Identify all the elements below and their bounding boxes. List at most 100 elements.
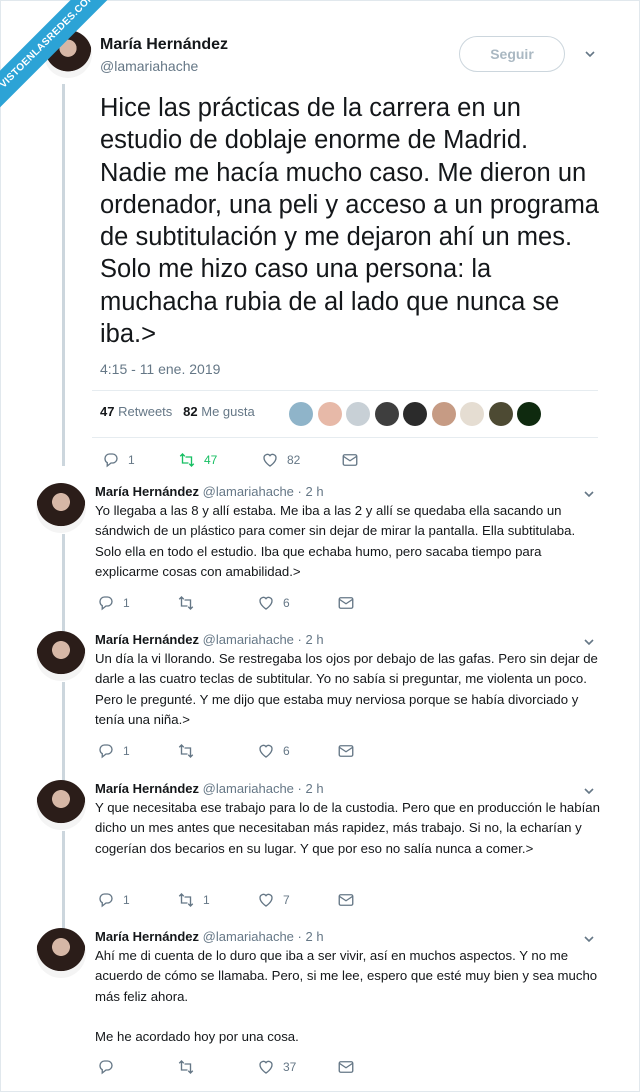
reply-time[interactable]: · 2 h [298, 484, 324, 499]
reply-avatar[interactable] [36, 631, 86, 681]
reply-count: 1 [123, 893, 130, 907]
reply-header: María Hernández @lamariahache · 2 h [95, 484, 324, 499]
reply-avatar[interactable] [36, 928, 86, 978]
reply-time[interactable]: · 2 h [298, 929, 324, 944]
reply-avatar[interactable] [36, 780, 86, 830]
likes-count[interactable]: 82 [183, 404, 197, 419]
liker-avatar[interactable] [432, 402, 456, 426]
retweet-action[interactable]: 1 [177, 891, 210, 909]
chevron-down-icon[interactable] [583, 636, 595, 648]
thread-line [62, 534, 65, 634]
reply-action[interactable]: 1 [97, 891, 130, 909]
divider [92, 437, 598, 438]
reply-text: Yo llegaba a las 8 y allí estaba. Me iba… [95, 503, 576, 579]
liker-avatar[interactable] [289, 402, 313, 426]
envelope-icon [338, 597, 354, 609]
retweets-label[interactable]: Retweets [118, 404, 172, 419]
liker-avatar[interactable] [318, 402, 342, 426]
dm-action[interactable] [337, 594, 363, 612]
like-action[interactable]: 37 [257, 1058, 296, 1076]
like-action[interactable]: 82 [261, 451, 300, 469]
author-name[interactable]: María Hernández [100, 36, 228, 54]
like-action[interactable]: 6 [257, 742, 290, 760]
liker-avatar[interactable] [460, 402, 484, 426]
like-count: 7 [283, 893, 290, 907]
chevron-down-icon[interactable] [584, 48, 596, 60]
retweet-action[interactable] [177, 594, 203, 612]
like-action[interactable]: 7 [257, 891, 290, 909]
envelope-icon [342, 454, 358, 466]
retweet-count: 47 [204, 453, 218, 467]
reply-action[interactable] [97, 1058, 123, 1076]
heart-icon [259, 596, 273, 610]
retweets-count[interactable]: 47 [100, 404, 114, 419]
tweet-text: Hice las prácticas de la carrera en un e… [100, 94, 599, 349]
chevron-down-icon[interactable] [583, 933, 595, 945]
reply-time[interactable]: · 2 h [298, 781, 324, 796]
dm-action[interactable] [341, 451, 367, 469]
liker-avatar[interactable] [375, 402, 399, 426]
like-action[interactable]: 6 [257, 594, 290, 612]
follow-button[interactable]: Seguir [459, 36, 565, 72]
reply-author-name[interactable]: María Hernández [95, 632, 199, 647]
heart-icon [259, 744, 273, 758]
reply-author-handle[interactable]: @lamariahache [203, 781, 294, 796]
retweet-icon [178, 744, 194, 758]
reply-count: 1 [123, 744, 130, 758]
reply-header: María Hernández @lamariahache · 2 h [95, 781, 324, 796]
retweet-icon [178, 596, 194, 610]
tweet-actions: 1 47 82 [102, 451, 402, 471]
reply-text: Un día la vi llorando. Se restregaba los… [95, 651, 598, 727]
reply-author-name[interactable]: María Hernández [95, 929, 199, 944]
retweet-action[interactable] [177, 742, 203, 760]
retweet-icon [178, 893, 194, 907]
reply-author-name[interactable]: María Hernández [95, 484, 199, 499]
heart-icon [259, 893, 273, 907]
like-count: 82 [287, 453, 301, 467]
heart-icon [263, 453, 277, 467]
dm-action[interactable] [337, 891, 363, 909]
liker-avatar[interactable] [346, 402, 370, 426]
reply-count: 1 [128, 453, 135, 467]
chevron-down-icon[interactable] [583, 488, 595, 500]
reply-time[interactable]: · 2 h [298, 632, 324, 647]
retweet-action[interactable] [177, 1058, 203, 1076]
envelope-icon [338, 1061, 354, 1073]
reply-author-name[interactable]: María Hernández [95, 781, 199, 796]
reply-icon [104, 453, 118, 468]
reply-icon [99, 596, 113, 611]
envelope-icon [338, 894, 354, 906]
reply-icon [99, 744, 113, 759]
reply-action[interactable]: 1 [97, 594, 130, 612]
chevron-down-icon[interactable] [583, 785, 595, 797]
tweet-timestamp[interactable]: 4:15 - 11 ene. 2019 [100, 361, 220, 377]
watermark: VISTOENLASREDES.COM [0, 0, 110, 110]
like-count: 6 [283, 744, 290, 758]
author-handle[interactable]: @lamariahache [100, 58, 198, 74]
liker-avatar[interactable] [403, 402, 427, 426]
thread-line [62, 831, 65, 931]
reply-count: 1 [123, 596, 130, 610]
liker-avatar[interactable] [517, 402, 541, 426]
reply-actions: 1 1 7 [97, 891, 397, 911]
reply-avatar[interactable] [36, 483, 86, 533]
reply-icon [99, 893, 113, 908]
likes-label[interactable]: Me gusta [201, 404, 254, 419]
reply-author-handle[interactable]: @lamariahache [203, 484, 294, 499]
reply-actions: 1 6 [97, 742, 397, 762]
dm-action[interactable] [337, 1058, 363, 1076]
reply-header: María Hernández @lamariahache · 2 h [95, 929, 324, 944]
reply-text: Y que necesitaba ese trabajo para lo de … [95, 800, 600, 856]
liker-avatar[interactable] [489, 402, 513, 426]
like-count: 6 [283, 596, 290, 610]
reply-action[interactable]: 1 [97, 742, 130, 760]
reply-actions: 1 6 [97, 594, 397, 614]
retweet-action[interactable]: 47 [178, 451, 217, 469]
reply-author-handle[interactable]: @lamariahache [203, 929, 294, 944]
reply-icon [99, 1060, 113, 1075]
divider [92, 390, 598, 391]
reply-header: María Hernández @lamariahache · 2 h [95, 632, 324, 647]
dm-action[interactable] [337, 742, 363, 760]
reply-action[interactable]: 1 [102, 451, 135, 469]
reply-author-handle[interactable]: @lamariahache [203, 632, 294, 647]
